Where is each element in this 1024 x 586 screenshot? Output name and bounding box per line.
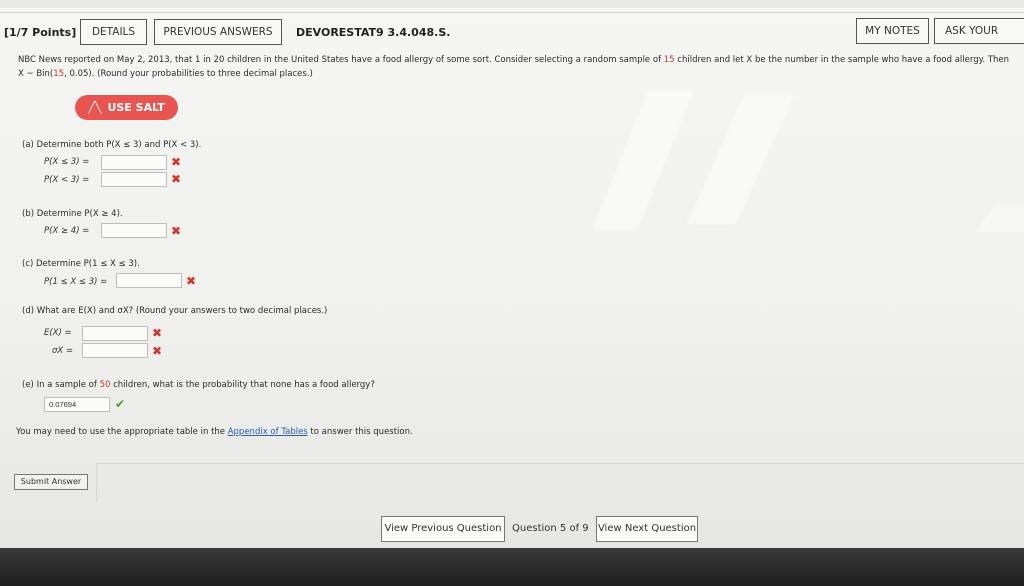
note-text: You may need to use the appropriate tabl… [16, 427, 228, 437]
part-d-label-1: E(X) = [44, 328, 72, 338]
part-d-answer-1[interactable] [82, 326, 148, 341]
question-position: Question 5 of 9 [512, 523, 589, 534]
tables-note: You may need to use the appropriate tabl… [16, 427, 413, 437]
part-b-answer-1[interactable] [101, 223, 167, 238]
part-b-prompt: (b) Determine P(X ≥ 4). [22, 209, 123, 219]
wrong-icon: ✖ [171, 155, 182, 169]
problem-statement: NBC News reported on May 2, 2013, that 1… [18, 53, 1022, 81]
wrong-icon: ✖ [152, 344, 163, 358]
view-previous-question-button[interactable]: View Previous Question [381, 516, 505, 542]
submit-area [96, 463, 1024, 502]
correct-check-icon: ✔ [115, 397, 126, 411]
part-e-sample-size: 50 [99, 380, 111, 390]
part-c-answer-1[interactable] [116, 273, 182, 288]
part-e-text: children, what is the probability that n… [110, 380, 375, 390]
sample-size: 15 [53, 69, 65, 79]
problem-text: X ~ Bin( [18, 69, 54, 79]
problem-text: , 0.05). (Round your probabilities to th… [64, 69, 313, 79]
use-salt-button[interactable]: ╱╲ USE SALT [75, 95, 178, 120]
my-notes-button[interactable]: MY NOTES [856, 18, 929, 44]
points-label: [1/7 Points] [4, 26, 77, 39]
part-b-label-1: P(X ≥ 4) = [44, 226, 90, 236]
salt-chart-icon: ╱╲ [88, 101, 102, 114]
part-a-answer-2[interactable] [101, 172, 167, 187]
part-a-prompt: (a) Determine both P(X ≤ 3) and P(X < 3)… [22, 140, 202, 150]
note-text: to answer this question. [307, 427, 413, 437]
wrong-icon: ✖ [171, 172, 182, 186]
problem-text: NBC News reported on May 2, 2013, that 1… [18, 55, 664, 65]
previous-answers-tab[interactable]: PREVIOUS ANSWERS [154, 19, 282, 45]
part-d-label-2: σX = [52, 346, 74, 356]
submit-answer-button[interactable]: Submit Answer [14, 474, 88, 490]
question-id: DEVORESTAT9 3.4.048.S. [296, 26, 451, 39]
appendix-of-tables-link[interactable]: Appendix of Tables [228, 427, 308, 437]
monitor-bezel [0, 548, 1024, 586]
wrong-icon: ✖ [186, 274, 197, 288]
ask-teacher-button[interactable]: ASK YOUR TEAC [934, 18, 1024, 44]
part-e-answer-1[interactable] [44, 397, 110, 412]
part-c-label-1: P(1 ≤ X ≤ 3) = [44, 277, 108, 287]
part-e-text: (e) In a sample of [22, 380, 100, 390]
details-tab[interactable]: DETAILS [80, 19, 147, 45]
part-d-prompt: (d) What are E(X) and σX? (Round your an… [22, 306, 328, 316]
part-a-label-1: P(X ≤ 3) = [44, 157, 90, 167]
wrong-icon: ✖ [152, 326, 163, 340]
sample-size: 15 [663, 55, 675, 65]
part-c-prompt: (c) Determine P(1 ≤ X ≤ 3). [22, 259, 140, 269]
view-next-question-button[interactable]: View Next Question [596, 516, 698, 542]
use-salt-label: USE SALT [107, 101, 165, 114]
part-d-answer-2[interactable] [82, 343, 148, 358]
part-a-label-2: P(X < 3) = [44, 175, 90, 185]
top-divider [0, 12, 1024, 13]
problem-text: children and let X be the number in the … [674, 55, 1010, 65]
part-e-prompt: (e) In a sample of 50 children, what is … [22, 380, 375, 390]
wrong-icon: ✖ [171, 224, 182, 238]
part-a-answer-1[interactable] [101, 155, 167, 170]
